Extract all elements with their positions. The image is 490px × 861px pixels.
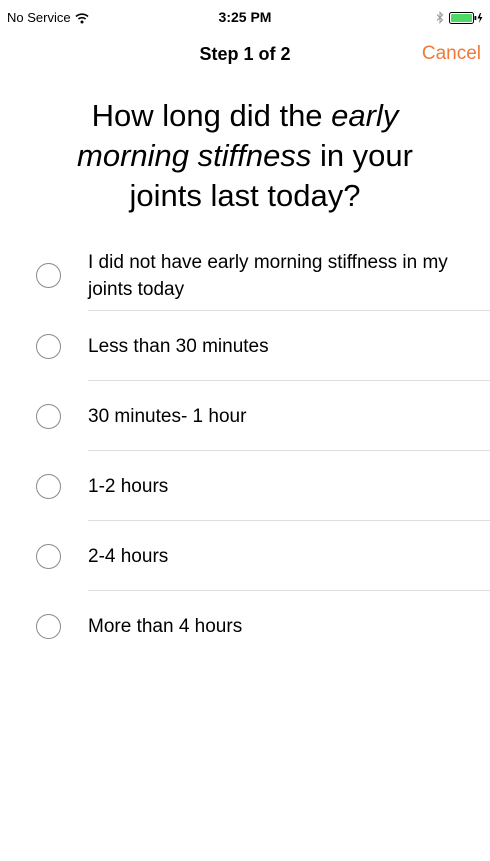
navigation-bar: Step 1 of 2 Cancel: [0, 40, 490, 74]
radio-button[interactable]: [36, 544, 61, 569]
option-label: I did not have early morning stiffness i…: [88, 252, 448, 300]
question-title: How long did the early morning stiffness…: [50, 96, 440, 216]
option-label: 2-4 hours: [88, 546, 169, 567]
option-2-4-hours[interactable]: 2-4 hours: [0, 521, 490, 591]
radio-button[interactable]: [36, 404, 61, 429]
answer-options: I did not have early morning stiffness i…: [0, 240, 490, 661]
option-no-stiffness[interactable]: I did not have early morning stiffness i…: [0, 240, 490, 311]
battery-charging-icon: [449, 11, 483, 24]
option-label: 30 minutes- 1 hour: [88, 406, 247, 427]
status-time: 3:25 PM: [218, 9, 272, 25]
radio-button[interactable]: [36, 334, 61, 359]
bluetooth-icon: [436, 11, 444, 24]
radio-button[interactable]: [36, 614, 61, 639]
status-right: [436, 11, 484, 24]
option-label: 1-2 hours: [88, 476, 169, 497]
step-indicator: Step 1 of 2: [199, 44, 291, 64]
question-text-part1: How long did the: [91, 98, 332, 133]
option-30-minutes-1-hour[interactable]: 30 minutes- 1 hour: [0, 381, 490, 451]
radio-button[interactable]: [36, 263, 61, 288]
option-1-2-hours[interactable]: 1-2 hours: [0, 451, 490, 521]
option-label: Less than 30 minutes: [88, 336, 269, 357]
status-bar: No Service 3:25 PM: [0, 0, 490, 36]
cancel-button[interactable]: Cancel: [422, 43, 481, 65]
option-less-than-30-minutes[interactable]: Less than 30 minutes: [0, 311, 490, 381]
option-label: More than 4 hours: [88, 616, 243, 637]
option-more-than-4-hours[interactable]: More than 4 hours: [0, 591, 490, 661]
radio-button[interactable]: [36, 474, 61, 499]
